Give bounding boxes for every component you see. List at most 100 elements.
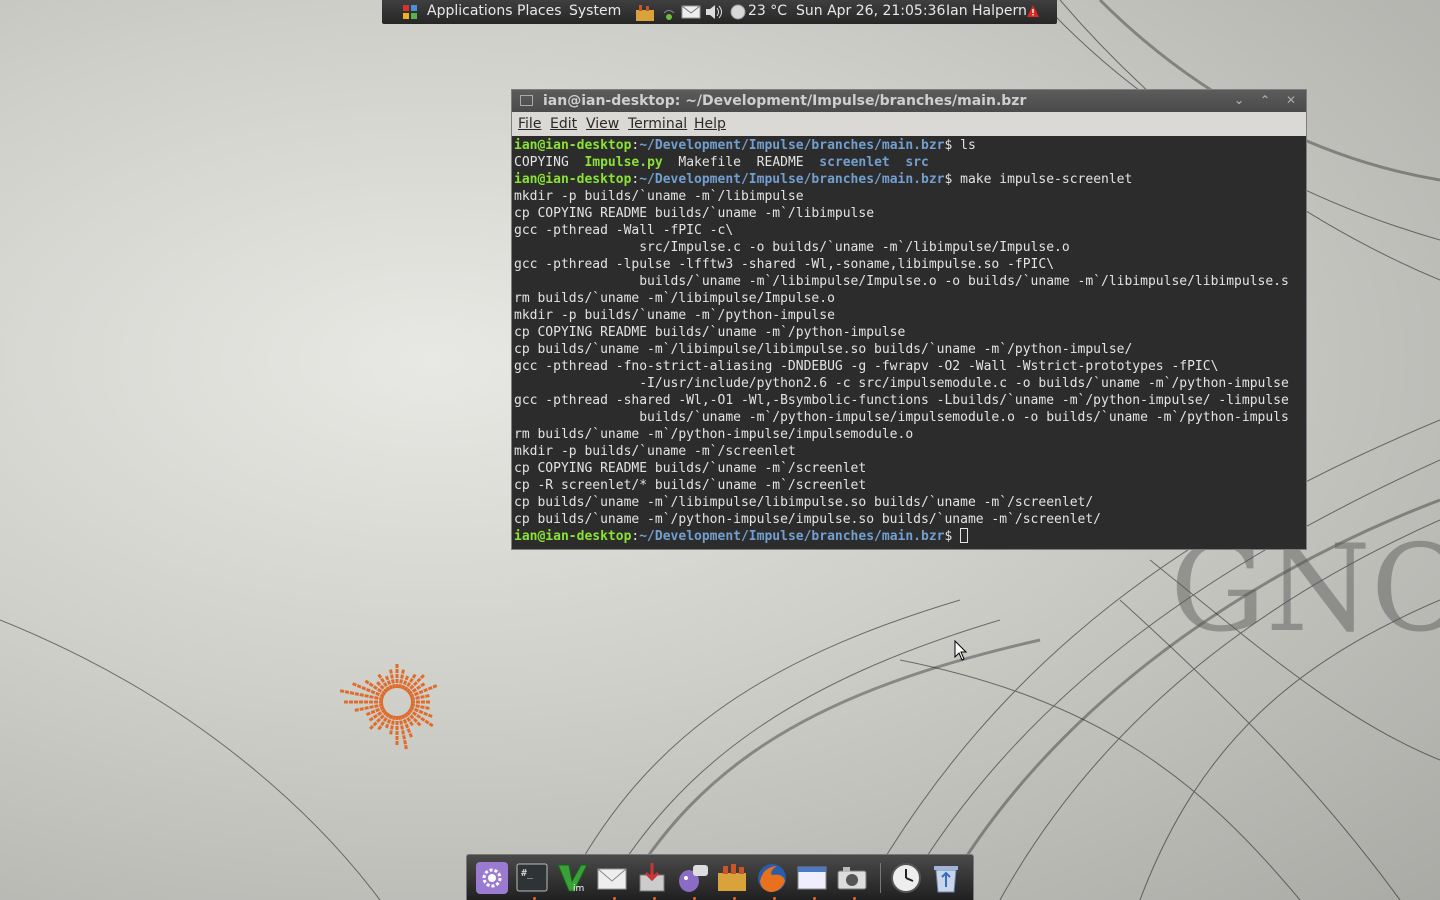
visualiser-bar-segment — [395, 736, 399, 740]
dock-separator — [880, 863, 881, 893]
visualiser-bar-segment — [368, 716, 374, 722]
minimize-button[interactable]: ⌄ — [1234, 93, 1244, 107]
ls-item-directory: screenlet — [819, 155, 890, 170]
visualiser-bar-segment — [400, 674, 404, 679]
visualiser-bar-segment — [402, 680, 408, 686]
visualiser-bar-segment — [364, 706, 369, 710]
visualiser-bar-segment — [372, 721, 378, 727]
impulse-screenlet[interactable] — [320, 655, 490, 755]
visualiser-bar-segment — [365, 687, 371, 693]
clock[interactable]: Sun Apr 26, 21:05:36 — [796, 3, 945, 19]
visualiser-bar-segment — [369, 705, 374, 709]
visualiser-bar-segment — [377, 711, 383, 717]
visualiser-bar-segment — [369, 700, 373, 704]
visualiser-bar-segment — [395, 726, 399, 730]
output-line: rm builds/`uname -m`/libimpulse/Impulse.… — [514, 291, 835, 306]
visualiser-bar-segment — [395, 741, 399, 745]
menu-edit[interactable]: Edit — [550, 116, 577, 132]
visualiser-bar-segment — [356, 684, 362, 689]
visualiser-bar-segment — [420, 682, 426, 688]
terminal-window-icon[interactable] — [520, 95, 533, 106]
visualiser-bar-segment — [359, 693, 364, 697]
visualiser-bar-segment — [390, 674, 394, 679]
visualiser-bar-segment — [416, 685, 422, 690]
vim-icon[interactable]: im — [555, 861, 589, 895]
firefox-icon[interactable] — [755, 861, 789, 895]
menu-file-label: File — [518, 116, 542, 132]
camera-icon[interactable] — [835, 861, 869, 895]
package-updates-icon[interactable] — [634, 4, 656, 22]
output-line: mkdir -p builds/`uname -m`/screenlet — [514, 444, 796, 459]
output-line: gcc -pthread -Wall -fPIC -c\ — [514, 223, 734, 238]
visualiser-bar-segment — [379, 714, 385, 720]
weather-temperature[interactable]: 23 °C — [748, 3, 787, 19]
menu-terminal[interactable]: Terminal — [628, 116, 687, 132]
network-icon[interactable] — [662, 4, 676, 22]
window-icon[interactable] — [795, 861, 829, 895]
weather-icon[interactable] — [730, 4, 746, 20]
visualiser-bar-segment — [380, 677, 385, 683]
terminal-window[interactable]: ian@ian-desktop: ~/Development/Impulse/b… — [511, 89, 1307, 550]
menu-terminal-label: Terminal — [628, 116, 688, 132]
trash-icon[interactable] — [929, 861, 963, 895]
output-line: mkdir -p builds/`uname -m`/libimpulse — [514, 189, 804, 204]
top-panel: Applications Places System 23 °C Sun Apr… — [382, 0, 1057, 24]
clock-icon[interactable] — [889, 861, 923, 895]
user-menu[interactable]: Ian Halpern — [946, 3, 1027, 19]
text-cursor — [960, 528, 969, 543]
terminal-output[interactable]: ian@ian-desktop:~/Development/Impulse/br… — [512, 136, 1306, 547]
visualiser-bar-segment — [384, 723, 390, 729]
visualiser-bar-segment — [344, 690, 350, 694]
visualiser-bar-segment — [409, 684, 415, 690]
visualiser-bar-segment — [377, 673, 383, 679]
visualiser-bar-segment — [426, 700, 430, 704]
prompt-user: ian@ian-desktop — [514, 529, 632, 544]
installer-icon[interactable] — [635, 861, 669, 895]
system-menu[interactable]: System — [569, 3, 621, 19]
visualiser-bar-segment — [389, 669, 393, 674]
terminal-line: ian@ian-desktop:~/Development/Impulse/br… — [514, 138, 976, 153]
terminal-line: ian@ian-desktop:~/Development/Impulse/br… — [514, 172, 1133, 187]
visualiser-bar-segment — [382, 716, 388, 722]
visualiser-bar-segment — [380, 721, 385, 727]
maximize-button[interactable]: ⌃ — [1260, 93, 1270, 107]
applications-menu[interactable]: Applications — [427, 3, 513, 19]
ls-item: README — [756, 155, 804, 170]
visualiser-bar-segment — [386, 680, 392, 686]
visualiser-bar-segment — [413, 691, 419, 697]
visualiser-bar-segment — [400, 725, 404, 730]
visualiser-bar-segment — [427, 686, 433, 691]
visualiser-bar-segment — [413, 707, 419, 713]
output-line: gcc -pthread -fno-strict-aliasing -DNDEB… — [514, 359, 1219, 374]
shutdown-alert-icon[interactable] — [1026, 4, 1040, 18]
visualiser-bar-segment — [374, 704, 379, 708]
visualiser-bar-segment — [372, 685, 378, 690]
output-line: mkdir -p builds/`uname -m`/python-impuls… — [514, 308, 835, 323]
menu-help[interactable]: Help — [694, 116, 726, 132]
file-manager-icon[interactable] — [715, 861, 749, 895]
menu-view[interactable]: View — [586, 116, 619, 132]
volume-icon[interactable] — [704, 4, 724, 20]
visualiser-bar-segment — [402, 718, 408, 724]
visualiser-bar-segment — [374, 696, 379, 700]
terminal-line: ian@ian-desktop:~/Development/Impulse/br… — [514, 528, 969, 545]
visualiser-bar-segment — [369, 724, 375, 730]
places-menu[interactable]: Places — [517, 3, 562, 19]
mail-icon[interactable] — [681, 4, 701, 20]
close-button[interactable]: ✕ — [1286, 93, 1296, 107]
visualiser-bar-segment — [379, 684, 385, 690]
visualiser-bar-segment — [409, 721, 414, 727]
terminal-icon[interactable]: #_ — [515, 861, 549, 895]
visualiser-bar-segment — [416, 721, 422, 727]
window-titlebar[interactable]: ian@ian-desktop: ~/Development/Impulse/b… — [512, 90, 1306, 112]
mail-icon[interactable] — [595, 861, 629, 895]
menu-file[interactable]: File — [518, 116, 541, 132]
settings-icon[interactable] — [475, 861, 509, 895]
visualiser-bar-segment — [339, 689, 345, 693]
output-line: rm builds/`uname -m`/python-impulse/impu… — [514, 427, 914, 442]
visualiser-bar-segment — [421, 700, 425, 704]
visualiser-bar-segment — [418, 689, 424, 695]
visualiser-bar-segment — [354, 692, 360, 696]
pidgin-icon[interactable] — [675, 861, 709, 895]
visualiser-bar-segment — [404, 723, 410, 729]
